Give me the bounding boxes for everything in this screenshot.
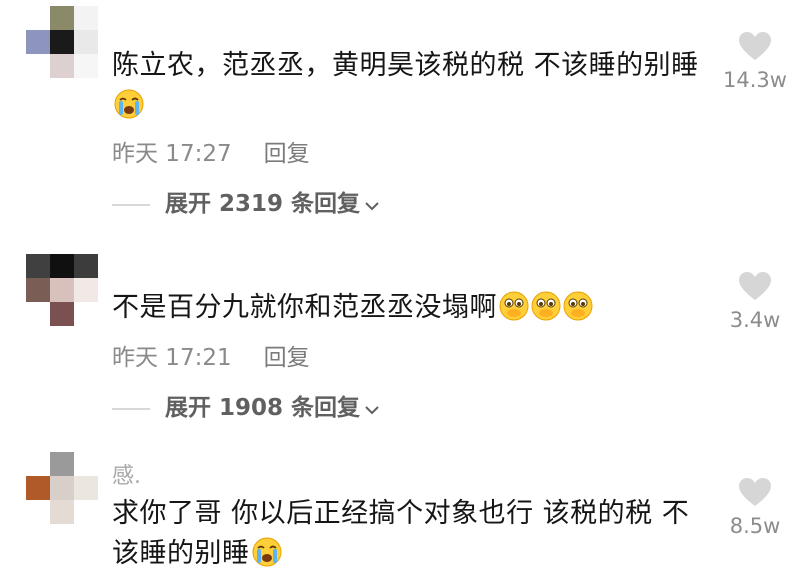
- comment-text: 陈立农，范丞丞，黄明昊该税的税 不该睡的别睡: [112, 46, 702, 126]
- comment-meta: 昨天 17:21 回复: [112, 338, 310, 372]
- comment-text: 求你了哥 你以后正经搞个对象也行 该税的税 不该睡的别睡: [112, 494, 702, 574]
- comment-username[interactable]: 感.: [112, 458, 141, 490]
- expand-divider: [112, 408, 150, 410]
- heart-icon: [739, 478, 771, 506]
- chevron-down-icon: [364, 185, 380, 225]
- expand-replies-label: 展开 1908 条回复: [165, 395, 361, 421]
- comment-text-content: 不是百分九就你和范丞丞没塌啊: [112, 292, 497, 323]
- avatar[interactable]: [26, 6, 98, 78]
- like-count: 3.4w: [729, 308, 781, 332]
- like-count: 14.3w: [723, 68, 787, 92]
- avatar[interactable]: [26, 254, 98, 326]
- expand-replies-label: 展开 2319 条回复: [165, 191, 361, 217]
- pleading-face-emoji-icon: [531, 291, 561, 321]
- comment-text: 不是百分九就你和范丞丞没塌啊: [112, 288, 702, 328]
- reply-button[interactable]: 回复: [264, 134, 310, 168]
- like-button[interactable]: 3.4w: [720, 270, 790, 332]
- pleading-face-emoji-icon: [563, 291, 593, 321]
- pleading-face-emoji-icon: [499, 291, 529, 321]
- crying-face-emoji-icon: [114, 89, 144, 119]
- avatar[interactable]: [26, 452, 98, 524]
- comment-text-content: 陈立农，范丞丞，黄明昊该税的税 不该睡的别睡: [112, 50, 699, 81]
- chevron-down-icon: [364, 389, 380, 429]
- heart-icon: [739, 272, 771, 300]
- comment-meta: 昨天 17:27 回复: [112, 134, 310, 168]
- comment-time: 昨天 17:21: [112, 345, 232, 371]
- comment-time: 昨天 17:27: [112, 141, 232, 167]
- expand-divider: [112, 204, 150, 206]
- crying-face-emoji-icon: [252, 537, 282, 567]
- comment-text-content: 求你了哥 你以后正经搞个对象也行 该税的税 不该睡的别睡: [112, 498, 690, 569]
- heart-icon: [739, 32, 771, 60]
- like-button[interactable]: 8.5w: [720, 476, 790, 538]
- reply-button[interactable]: 回复: [264, 338, 310, 372]
- like-button[interactable]: 14.3w: [720, 30, 790, 92]
- like-count: 8.5w: [729, 514, 781, 538]
